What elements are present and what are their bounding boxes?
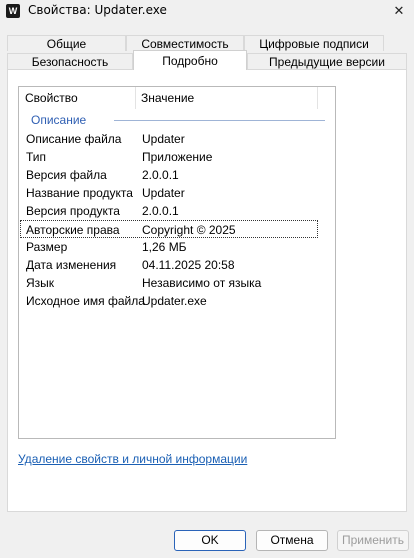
property-value: Updater (142, 132, 185, 146)
property-value: 2.0.0.1 (142, 168, 179, 182)
list-item[interactable]: Исходное имя файла Updater.exe (20, 292, 320, 310)
window-title: Свойства: Updater.exe (28, 3, 167, 17)
list-item-focused[interactable]: Авторские права Copyright © 2025 (20, 220, 318, 238)
list-item[interactable]: Дата изменения 04.11.2025 20:58 (20, 256, 320, 274)
property-name: Версия продукта (26, 204, 120, 218)
remove-properties-link[interactable]: Удаление свойств и личной информации (18, 452, 247, 466)
property-name: Авторские права (26, 223, 120, 237)
property-name: Язык (26, 276, 55, 290)
list-item[interactable]: Язык Независимо от языка (20, 274, 320, 292)
property-value: 1,26 МБ (142, 240, 187, 254)
list-item[interactable]: Описание файла Updater (20, 130, 320, 148)
property-name: Название продукта (26, 186, 133, 200)
list-item[interactable]: Размер 1,26 МБ (20, 238, 320, 256)
property-name: Версия файла (26, 168, 107, 182)
property-value: 2.0.0.1 (142, 204, 179, 218)
property-name: Исходное имя файла (26, 294, 145, 308)
column-header-property[interactable]: Свойство (19, 87, 135, 109)
tab-general[interactable]: Общие (7, 35, 126, 51)
title-bar: W Свойства: Updater.exe ✕ (0, 0, 414, 22)
list-item[interactable]: Название продукта Updater (20, 184, 320, 202)
property-name: Тип (26, 150, 47, 164)
cancel-button[interactable]: Отмена (256, 530, 328, 551)
property-value: Независимо от языка (142, 276, 262, 290)
column-separator[interactable] (317, 87, 318, 109)
tab-security[interactable]: Безопасность (7, 53, 133, 69)
tab-compatibility[interactable]: Совместимость (126, 35, 244, 51)
apply-button[interactable]: Применить (337, 530, 409, 551)
property-value: 04.11.2025 20:58 (142, 258, 235, 272)
list-item[interactable]: Версия продукта 2.0.0.1 (20, 202, 320, 220)
property-value: Приложение (142, 150, 213, 164)
property-value: Updater (142, 186, 185, 200)
group-label-description: Описание (31, 113, 87, 127)
close-button[interactable]: ✕ (384, 0, 414, 22)
tab-details[interactable]: Подробно (133, 50, 247, 70)
column-header-value[interactable]: Значение (135, 87, 317, 109)
property-value: Updater.exe (142, 294, 207, 308)
group-divider (114, 120, 325, 121)
app-icon: W (6, 4, 20, 18)
ok-button[interactable]: OK (174, 530, 246, 551)
property-value: Copyright © 2025 (142, 223, 236, 237)
property-name: Описание файла (26, 132, 122, 146)
list-item[interactable]: Версия файла 2.0.0.1 (20, 166, 320, 184)
tab-previous-versions[interactable]: Предыдущие версии (247, 53, 407, 69)
property-name: Дата изменения (26, 258, 117, 272)
list-item[interactable]: Тип Приложение (20, 148, 320, 166)
property-name: Размер (26, 240, 68, 254)
details-list[interactable]: Свойство Значение Описание Описание файл… (18, 86, 336, 439)
tab-digital-signatures[interactable]: Цифровые подписи (244, 35, 384, 51)
